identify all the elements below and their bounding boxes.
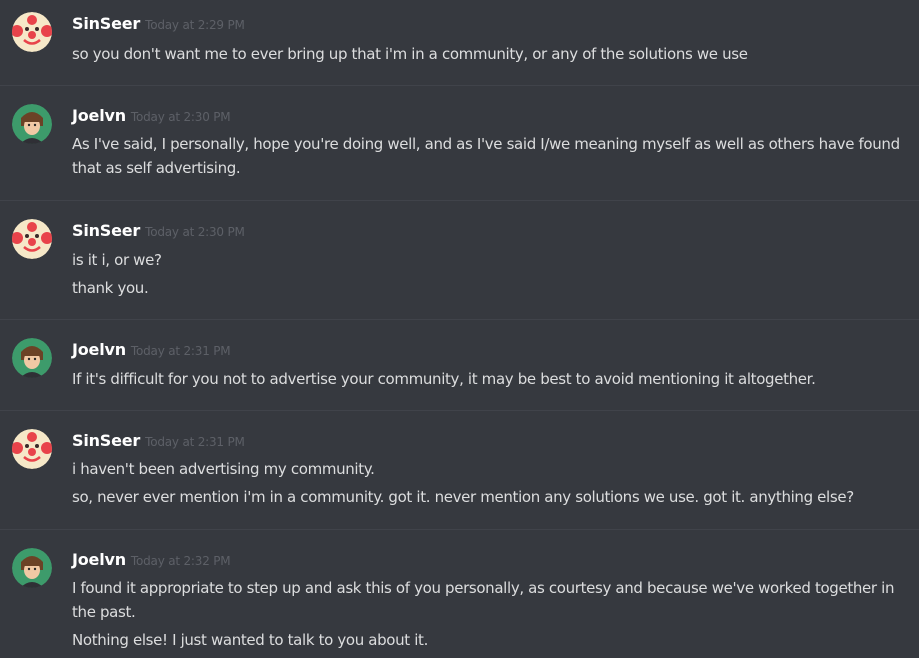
clown-avatar-icon[interactable]	[12, 12, 52, 52]
timestamp: Today at 2:30 PM	[145, 225, 245, 239]
chat-message-list: SinSeer Today at 2:29 PM so you don't wan…	[0, 0, 919, 658]
person-avatar-icon[interactable]	[12, 104, 52, 144]
timestamp: Today at 2:31 PM	[130, 344, 231, 358]
username[interactable]: SinSeer	[72, 431, 140, 450]
message-text: If it's difficult for you not to adverti…	[72, 370, 816, 388]
message-text: so you don't want me to ever bring up th…	[72, 45, 748, 63]
timestamp: Today at 2:30 PM	[130, 110, 231, 124]
username[interactable]: Joelvn	[72, 340, 126, 359]
timestamp: Today at 2:31 PM	[145, 435, 245, 449]
message-text: As I've said, I personally, hope you're …	[72, 135, 900, 177]
message-text: I found it appropriate to step up and as…	[72, 579, 895, 621]
username[interactable]: SinSeer	[72, 14, 140, 33]
timestamp: Today at 2:29 PM	[145, 18, 245, 32]
message-divider	[0, 200, 919, 201]
message-header: Joelvn Today at 2:31 PM	[72, 340, 231, 360]
message-text: Nothing else! I just wanted to talk to y…	[72, 631, 429, 649]
message-header: Joelvn Today at 2:32 PM	[72, 550, 231, 570]
person-avatar-icon[interactable]	[12, 548, 52, 588]
message-divider	[0, 529, 919, 530]
message-header: SinSeer Today at 2:29 PM	[72, 14, 245, 34]
message-header: SinSeer Today at 2:31 PM	[72, 431, 245, 451]
message-text: is it i, or we?	[72, 251, 162, 269]
username[interactable]: Joelvn	[72, 550, 126, 569]
username[interactable]: Joelvn	[72, 106, 126, 125]
username[interactable]: SinSeer	[72, 221, 140, 240]
clown-avatar-icon[interactable]	[12, 429, 52, 469]
message-header: Joelvn Today at 2:30 PM	[72, 106, 231, 126]
message-divider	[0, 319, 919, 320]
message-text: i haven't been advertising my community.	[72, 460, 375, 478]
message-divider	[0, 410, 919, 411]
message-divider	[0, 85, 919, 86]
person-avatar-icon[interactable]	[12, 338, 52, 378]
message-header: SinSeer Today at 2:30 PM	[72, 221, 245, 241]
message-text: so, never ever mention i'm in a communit…	[72, 488, 854, 506]
message-text: thank you.	[72, 279, 149, 297]
clown-avatar-icon[interactable]	[12, 219, 52, 259]
timestamp: Today at 2:32 PM	[130, 554, 231, 568]
